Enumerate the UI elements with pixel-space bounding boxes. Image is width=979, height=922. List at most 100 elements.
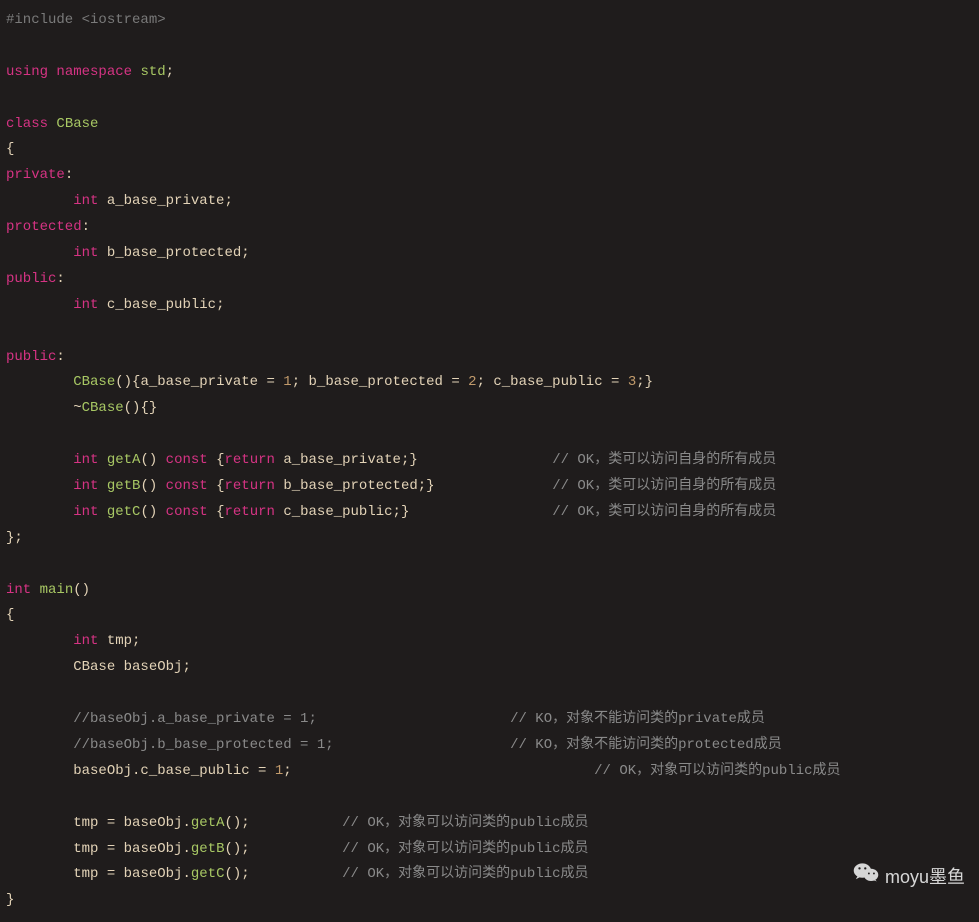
token-pl — [6, 478, 73, 494]
code-line: CBase baseObj; — [6, 659, 191, 675]
code-line: int b_base_protected; — [6, 245, 250, 261]
watermark-label: moyu墨鱼 — [885, 861, 965, 894]
token-pl: baseObj. — [124, 866, 191, 882]
token-pl: tmp — [6, 815, 107, 831]
token-pun: = — [107, 841, 124, 857]
token-pun: (); — [224, 815, 249, 831]
token-func: getC — [107, 504, 141, 520]
token-num: 3 — [628, 374, 636, 390]
token-pl — [98, 452, 106, 468]
token-pun: ;} — [636, 374, 653, 390]
code-line: }; — [6, 530, 23, 546]
token-kw: namespace — [56, 64, 132, 80]
token-pun: (){ — [115, 374, 140, 390]
token-pun: }; — [6, 530, 23, 546]
code-line: using namespace std; — [6, 64, 174, 80]
token-kw: public — [6, 271, 56, 287]
token-pl — [208, 504, 216, 520]
code-line: tmp = baseObj.getC(); // OK，对象可以访问类的publ… — [6, 866, 589, 882]
token-pl: b_base_protected — [98, 245, 241, 261]
token-func: getB — [107, 478, 141, 494]
token-func: getC — [191, 866, 225, 882]
token-pun: : — [65, 167, 73, 183]
code-block: #include <iostream> using namespace std;… — [0, 0, 979, 922]
wechat-icon — [853, 861, 879, 894]
token-pun: ;} — [393, 504, 410, 520]
token-pl — [6, 374, 73, 390]
token-pl: c_base_public — [275, 504, 393, 520]
token-func: CBase — [82, 400, 124, 416]
token-kw: int — [6, 582, 31, 598]
token-num: 1 — [275, 763, 283, 779]
token-pun: ; — [292, 374, 309, 390]
code-line: public: — [6, 349, 65, 365]
token-kw: int — [73, 452, 98, 468]
token-pl: c_base_public — [98, 297, 216, 313]
token-pun: ; — [216, 297, 224, 313]
token-pl — [6, 245, 73, 261]
code-line: protected: — [6, 219, 90, 235]
token-pun: ;} — [401, 452, 418, 468]
token-pun: = — [266, 374, 283, 390]
token-pl — [6, 193, 73, 209]
token-pl — [208, 478, 216, 494]
token-pun: () — [140, 452, 165, 468]
code-line: int main() — [6, 582, 90, 598]
watermark: moyu墨鱼 — [853, 861, 965, 894]
code-line: class CBase — [6, 116, 98, 132]
token-kw: int — [73, 297, 98, 313]
token-pl — [435, 478, 553, 494]
code-line: #include <iostream> — [6, 12, 166, 28]
token-pl: CBase baseObj — [6, 659, 182, 675]
token-pl: tmp — [6, 841, 107, 857]
token-pl — [250, 815, 342, 831]
token-pun: (){} — [124, 400, 158, 416]
token-pl — [250, 841, 342, 857]
token-cmt: // OK，对象可以访问类的public成员 — [342, 815, 588, 831]
token-pl — [6, 633, 73, 649]
token-pun: = — [611, 374, 628, 390]
token-pun: ; — [182, 659, 190, 675]
token-kw: public — [6, 349, 56, 365]
token-pun: ; — [241, 245, 249, 261]
token-kw: class — [6, 116, 48, 132]
token-kw: const — [166, 452, 208, 468]
token-kw: int — [73, 478, 98, 494]
token-pun: = — [107, 866, 124, 882]
token-pl — [6, 504, 73, 520]
token-pl: b_base_protected — [275, 478, 418, 494]
code-line: tmp = baseObj.getA(); // OK，对象可以访问类的publ… — [6, 815, 589, 831]
code-line: { — [6, 141, 14, 157]
token-pl: baseObj. — [124, 815, 191, 831]
token-pun: ;} — [418, 478, 435, 494]
code-line: //baseObj.a_base_private = 1; // KO，对象不能… — [6, 711, 765, 727]
code-line: //baseObj.b_base_protected = 1; // KO，对象… — [6, 737, 782, 753]
token-pun: () — [140, 504, 165, 520]
token-pun: : — [82, 219, 90, 235]
token-pp: #include <iostream> — [6, 12, 166, 28]
token-pun: ; — [477, 374, 494, 390]
code-line: tmp = baseObj.getB(); // OK，对象可以访问类的publ… — [6, 841, 589, 857]
token-pl — [6, 452, 73, 468]
token-pun: { — [216, 478, 224, 494]
code-line: public: — [6, 271, 65, 287]
token-cmt: // OK，类可以访问自身的所有成员 — [552, 452, 776, 468]
token-cmt: // OK，类可以访问自身的所有成员 — [552, 478, 776, 494]
code-line: CBase(){a_base_private = 1; b_base_prote… — [6, 374, 653, 390]
code-line: } — [6, 892, 14, 908]
token-pl — [6, 737, 73, 753]
token-cmt: // OK，类可以访问自身的所有成员 — [552, 504, 776, 520]
code-line: int getC() const {return c_base_public;}… — [6, 504, 776, 520]
token-pl — [250, 866, 342, 882]
code-line: int getA() const {return a_base_private;… — [6, 452, 776, 468]
token-pun: () — [73, 582, 90, 598]
code-line: baseObj.c_base_public = 1; // OK，对象可以访问类… — [6, 763, 841, 779]
token-pun: } — [6, 892, 14, 908]
token-pl — [98, 504, 106, 520]
token-cmt: // OK，对象可以访问类的public成员 — [342, 866, 588, 882]
token-pun: ; — [166, 64, 174, 80]
token-pun: { — [6, 607, 14, 623]
token-pun: : — [56, 271, 64, 287]
token-func: std — [140, 64, 165, 80]
token-pl: baseObj. — [124, 841, 191, 857]
